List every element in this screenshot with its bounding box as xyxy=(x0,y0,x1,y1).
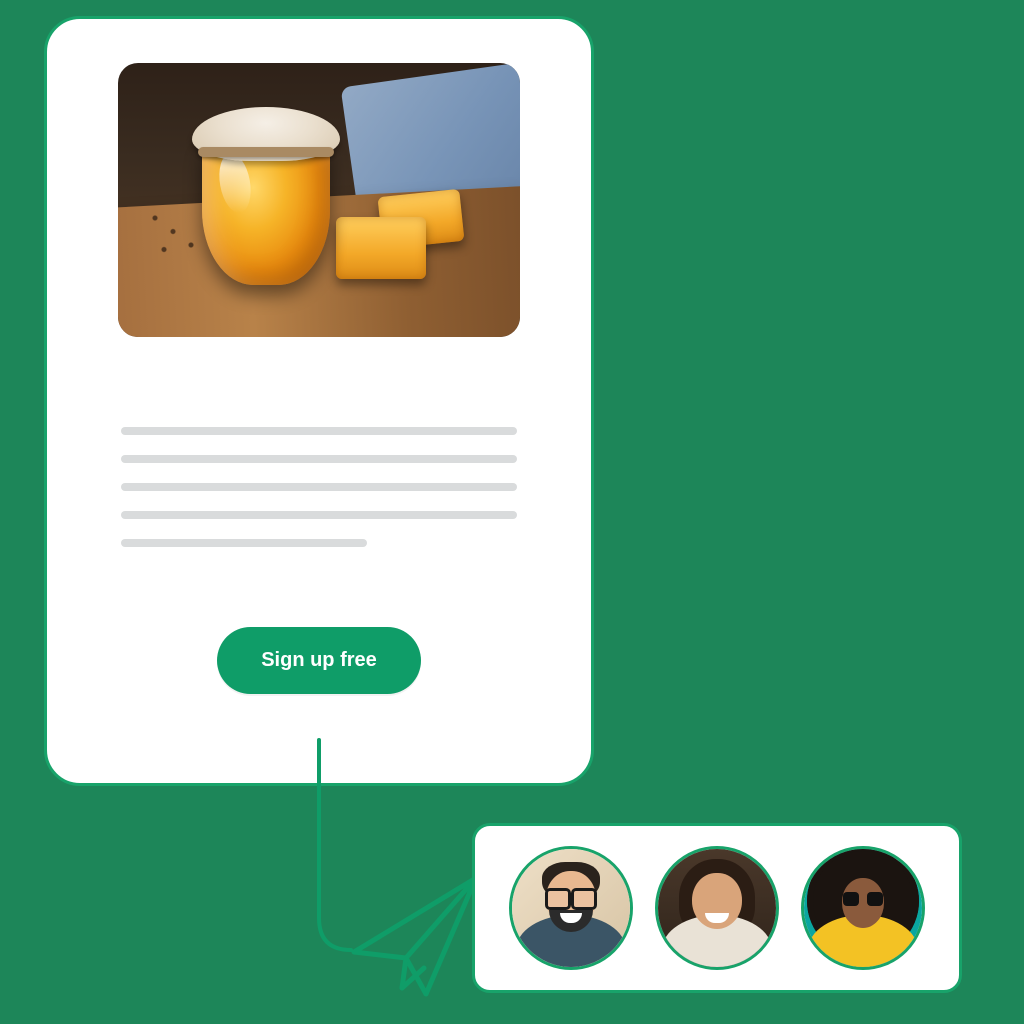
subscriber-avatar-1 xyxy=(509,846,633,970)
subscribers-card xyxy=(472,823,962,993)
text-line xyxy=(121,511,517,519)
hero-image xyxy=(118,63,520,337)
text-line xyxy=(121,455,517,463)
subscriber-avatar-3 xyxy=(801,846,925,970)
text-line xyxy=(121,427,517,435)
text-line xyxy=(121,539,367,547)
text-line xyxy=(121,483,517,491)
subscriber-avatar-2 xyxy=(655,846,779,970)
signup-button[interactable]: Sign up free xyxy=(217,627,421,694)
paper-plane-icon xyxy=(348,870,488,1000)
signup-card: Sign up free xyxy=(44,16,594,786)
placeholder-text-lines xyxy=(121,427,517,547)
